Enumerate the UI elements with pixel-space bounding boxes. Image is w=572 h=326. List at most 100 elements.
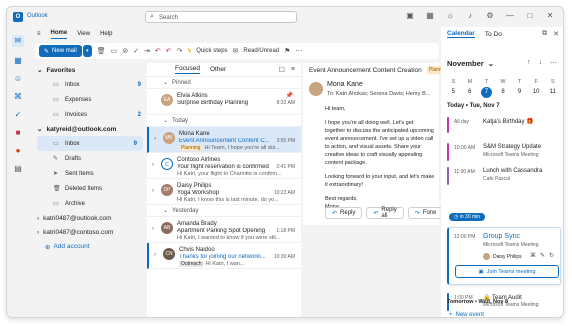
group-header-pinned[interactable]: ⌄ Pinned	[147, 77, 301, 89]
account-header[interactable]: ⌄ katyreid@outlook.com	[33, 122, 147, 136]
account3-header[interactable]: › katri0487@contoso.com	[33, 225, 147, 239]
message-item[interactable]: EA Elvia Atkins Surprise Birthday Planni…	[147, 89, 301, 115]
maximize-icon[interactable]: □	[525, 11, 535, 20]
read-unread-button[interactable]: Read/Unread	[243, 48, 279, 54]
tab-view[interactable]: View	[77, 31, 90, 37]
reply-all-icon[interactable]: ↶	[166, 47, 172, 55]
message-item[interactable]: › CN Chvis Naidoo Thanks for joining our…	[147, 243, 301, 269]
delete-icon[interactable]: 🗑	[97, 47, 106, 55]
group-header-yesterday[interactable]: ⌄ Yesterday	[147, 205, 301, 217]
bell-icon[interactable]: ♪	[465, 11, 475, 20]
gear-icon[interactable]: ⚙	[485, 11, 495, 20]
day-cell[interactable]: 8	[495, 89, 512, 98]
search-input[interactable]: ⌕ Search	[145, 11, 297, 23]
attach-icon[interactable]: ⌘	[12, 91, 24, 103]
folder-drafts[interactable]: ✎ Drafts	[33, 151, 147, 166]
move-icon[interactable]: ⇥	[144, 47, 150, 55]
close-icon[interactable]: ✕	[545, 11, 555, 20]
tab-home[interactable]: Home	[50, 30, 68, 39]
calendar-event[interactable]: 10:00 AM S&M Strategy Update Microsoft T…	[447, 143, 561, 161]
close-icon[interactable]: ✕	[553, 30, 559, 38]
report-icon[interactable]: ⊘	[122, 47, 128, 55]
select-icon[interactable]: ☐	[279, 66, 285, 74]
favorite-inbox[interactable]: ▭ Inbox 9	[33, 77, 147, 92]
sweep-icon[interactable]: ✓	[133, 47, 139, 55]
account2-header[interactable]: › katri0487@outlook.com	[33, 211, 147, 225]
people-icon[interactable]: ☺	[12, 73, 24, 85]
event-title: S&M Strategy Update	[483, 144, 542, 150]
apps-icon[interactable]: ▤	[12, 163, 24, 175]
calendar-event[interactable]: 11:00 AM Lunch with Cassandra Cafe Pasca…	[447, 167, 561, 185]
chevron-right-icon[interactable]: ›	[154, 252, 156, 258]
popout-icon[interactable]: ⧉	[542, 30, 547, 38]
clipboard-icon[interactable]: ▣	[405, 11, 415, 20]
lightbulb-icon[interactable]: ☼	[445, 11, 455, 20]
word-icon[interactable]: ■	[12, 127, 24, 139]
subject: Apartment Parking Spot Opening	[177, 228, 266, 234]
tag-icon[interactable]: ⚑	[284, 47, 290, 55]
tab-help[interactable]: Help	[100, 31, 112, 37]
message-item[interactable]: › MK Mona Kane Event Announcement Conten…	[147, 127, 301, 153]
day-cell[interactable]: 9	[511, 89, 528, 98]
folder-inbox[interactable]: ▭ Inbox 9	[37, 136, 143, 151]
chevron-right-icon[interactable]: ›	[152, 188, 154, 194]
archive-icon[interactable]: ▭	[111, 47, 118, 55]
reply-icon[interactable]: ↶	[155, 47, 161, 55]
favorites-header[interactable]: ⌄ Favorites	[33, 63, 147, 77]
new-event-button[interactable]: + New event	[449, 312, 484, 317]
group-header-today[interactable]: ⌄ Today	[147, 115, 301, 127]
reply-label: Reply	[340, 210, 356, 216]
chevron-right-icon[interactable]: ›	[152, 162, 154, 168]
mail-icon[interactable]: ✉	[12, 35, 24, 47]
tab-focused[interactable]: Focused	[175, 65, 200, 74]
weekday-header: S M T W T F S	[445, 79, 561, 85]
day-cell-today[interactable]: 7	[478, 87, 495, 98]
menu-icon[interactable]: ≡	[37, 31, 41, 37]
organizer-name: Daisy Philips	[493, 253, 522, 260]
day-cell[interactable]: 5	[445, 89, 462, 98]
calendar-event[interactable]: All day Katja's Birthday 🎁	[447, 117, 561, 133]
month-picker[interactable]: November ⌄	[447, 59, 494, 68]
tab-todo[interactable]: To Do	[485, 31, 502, 38]
message-item[interactable]: › C Contoso Airlines Your flight reserva…	[147, 153, 301, 179]
day-cell[interactable]: 6	[462, 89, 479, 98]
add-account-button[interactable]: ⊕ Add account	[33, 239, 147, 254]
day-cell[interactable]: 10	[528, 89, 545, 98]
calendar-app-icon[interactable]: ▦	[12, 55, 24, 67]
tab-other[interactable]: Other	[210, 66, 226, 73]
more-icon[interactable]: ⋯	[295, 47, 302, 55]
favorite-invoices[interactable]: ▭ Invoices 2	[33, 107, 147, 122]
folder-archive[interactable]: ▭ Archive	[33, 196, 147, 211]
folder-sent[interactable]: ➤ Sent Items	[33, 166, 147, 181]
filter-icon[interactable]: ≡	[291, 66, 295, 74]
sync-icon[interactable]: ↻	[549, 252, 554, 259]
day-cell[interactable]: 11	[544, 89, 561, 98]
pin-icon[interactable]: 📌	[286, 92, 293, 99]
reply-button[interactable]: ↶ Reply	[325, 207, 363, 219]
new-mail-dropdown[interactable]: ▾	[82, 45, 92, 57]
forward-icon[interactable]: ↷	[177, 47, 183, 55]
powerpoint-icon[interactable]: ●	[12, 145, 24, 157]
previous-icon[interactable]: ↑	[527, 59, 531, 67]
chevron-right-icon[interactable]: ›	[152, 226, 154, 232]
message-item[interactable]: › DP Daisy Philips Yoga Workshop Hi Katr…	[147, 179, 301, 205]
reply-all-icon: ↶	[373, 210, 379, 217]
favorite-expenses[interactable]: ▭ Expenses	[33, 92, 147, 107]
calendar-icon[interactable]: ▦	[425, 11, 435, 20]
tab-calendar[interactable]: Calendar	[447, 30, 475, 38]
attach-icon[interactable]: ⌘	[530, 252, 536, 259]
new-mail-button[interactable]: ✎ New mail	[39, 45, 82, 57]
edit-icon[interactable]: ✎	[540, 252, 545, 259]
reply-all-button[interactable]: ↶ Reply all	[366, 207, 404, 219]
folder-deleted[interactable]: 🗑 Deleted Items	[33, 181, 147, 196]
minimize-icon[interactable]: —	[505, 11, 515, 20]
chevron-right-icon[interactable]: ›	[154, 136, 156, 142]
message-item[interactable]: › AB Amanda Brady Apartment Parking Spot…	[147, 217, 301, 243]
more-icon[interactable]: ⋯	[550, 59, 557, 67]
next-icon[interactable]: ↓	[539, 59, 543, 67]
join-teams-button[interactable]: ▣ Join Teams meeting	[455, 265, 559, 278]
forward-button[interactable]: ↷ Forw	[407, 207, 444, 219]
quick-steps-button[interactable]: Quick steps	[196, 48, 227, 54]
selected-event-card[interactable]: 12:00 PM Group Sync Microsoft Teams Meet…	[447, 227, 561, 285]
todo-icon[interactable]: ✓	[12, 109, 24, 121]
